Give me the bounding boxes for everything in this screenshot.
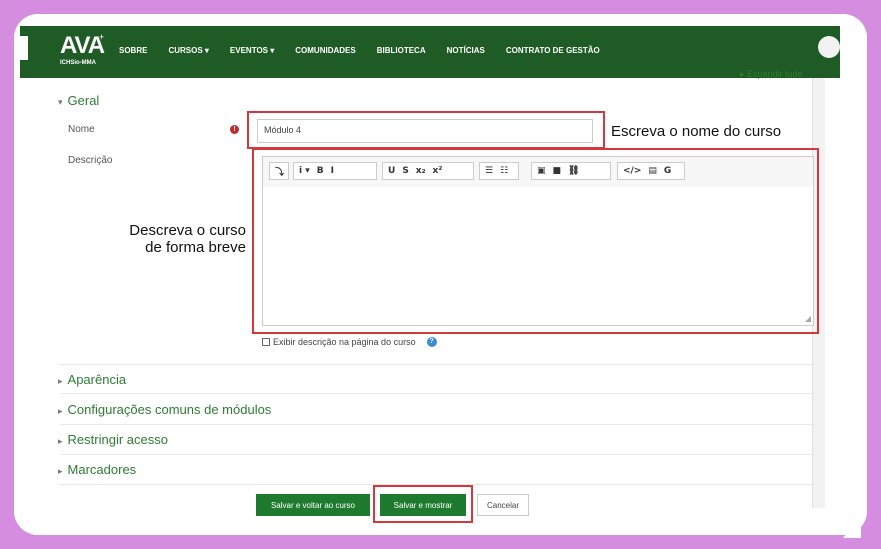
descricao-label: Descrição: [68, 155, 113, 166]
section-marcadores[interactable]: ▸ Marcadores: [58, 462, 136, 477]
chevron-right-icon: ▸: [58, 406, 63, 416]
logo-subtitle: ICHSio-MMA: [60, 60, 96, 66]
menu-toggle[interactable]: [20, 36, 28, 60]
section-geral[interactable]: ▾ Geral: [58, 93, 99, 108]
nav-item-cursos[interactable]: CURSOS ▾: [168, 46, 208, 55]
section-restringir[interactable]: ▸ Restringir acesso: [58, 432, 168, 447]
highlight-save-show: [373, 485, 473, 523]
site-logo[interactable]: AVA: [60, 32, 105, 60]
cancel-button[interactable]: Cancelar: [477, 494, 529, 516]
annotation-name: Escreva o nome do curso: [611, 123, 782, 140]
nav-item-sobre[interactable]: SOBRE: [119, 46, 147, 55]
show-description-checkbox[interactable]: [262, 338, 270, 346]
annotation-desc-line1: Descreva o curso: [129, 222, 246, 239]
logo-plus: +: [99, 32, 105, 42]
help-icon[interactable]: ?: [426, 337, 437, 347]
chevron-right-icon: ▸: [58, 466, 63, 476]
section-aparencia[interactable]: ▸ Aparência: [58, 372, 126, 387]
corner-decoration: [843, 520, 861, 538]
annotation-description: Descreva o curso de forma breve: [100, 222, 246, 256]
divider: [60, 424, 814, 425]
chevron-down-icon: ▾: [58, 97, 63, 107]
section-aparencia-label: Aparência: [67, 372, 127, 387]
chevron-down-icon[interactable]: ▾: [845, 42, 849, 50]
top-navbar: AVA + ICHSio-MMA SOBRE CURSOS ▾ EVENTOS …: [20, 26, 849, 78]
nome-label: Nome: [68, 124, 95, 135]
section-config[interactable]: ▸ Configurações comuns de módulos: [58, 402, 271, 417]
highlight-description: [252, 148, 819, 334]
show-description-label: Exibir descrição na página do curso: [273, 337, 416, 347]
save-return-button[interactable]: Salvar e voltar ao curso: [256, 494, 370, 516]
section-geral-label: Geral: [67, 93, 100, 108]
nav-item-biblioteca[interactable]: BIBLIOTECA: [377, 46, 426, 55]
expand-all-link[interactable]: ▸ Expandir tudo: [740, 69, 803, 80]
annotation-desc-line2: de forma breve: [145, 239, 246, 256]
section-marcadores-label: Marcadores: [67, 462, 137, 477]
nav-menu: SOBRE CURSOS ▾ EVENTOS ▾ COMUNIDADES BIB…: [119, 46, 600, 55]
divider: [60, 393, 814, 394]
nav-item-comunidades[interactable]: COMUNIDADES: [295, 46, 355, 55]
nav-item-eventos[interactable]: EVENTOS ▾: [230, 46, 274, 55]
nav-item-contrato[interactable]: CONTRATO DE GESTÃO: [506, 46, 600, 55]
section-config-label: Configurações comuns de módulos: [67, 402, 272, 417]
chevron-right-icon: ▸: [58, 436, 63, 446]
show-description-row: Exibir descrição na página do curso ?: [262, 337, 437, 347]
divider: [60, 364, 814, 365]
required-icon: !: [230, 125, 239, 134]
section-restringir-label: Restringir acesso: [67, 432, 168, 447]
user-avatar[interactable]: [818, 36, 840, 58]
nav-item-noticias[interactable]: NOTÍCIAS: [447, 46, 485, 55]
divider: [60, 454, 814, 455]
chevron-right-icon: ▸: [58, 376, 63, 386]
highlight-name: [247, 111, 605, 149]
